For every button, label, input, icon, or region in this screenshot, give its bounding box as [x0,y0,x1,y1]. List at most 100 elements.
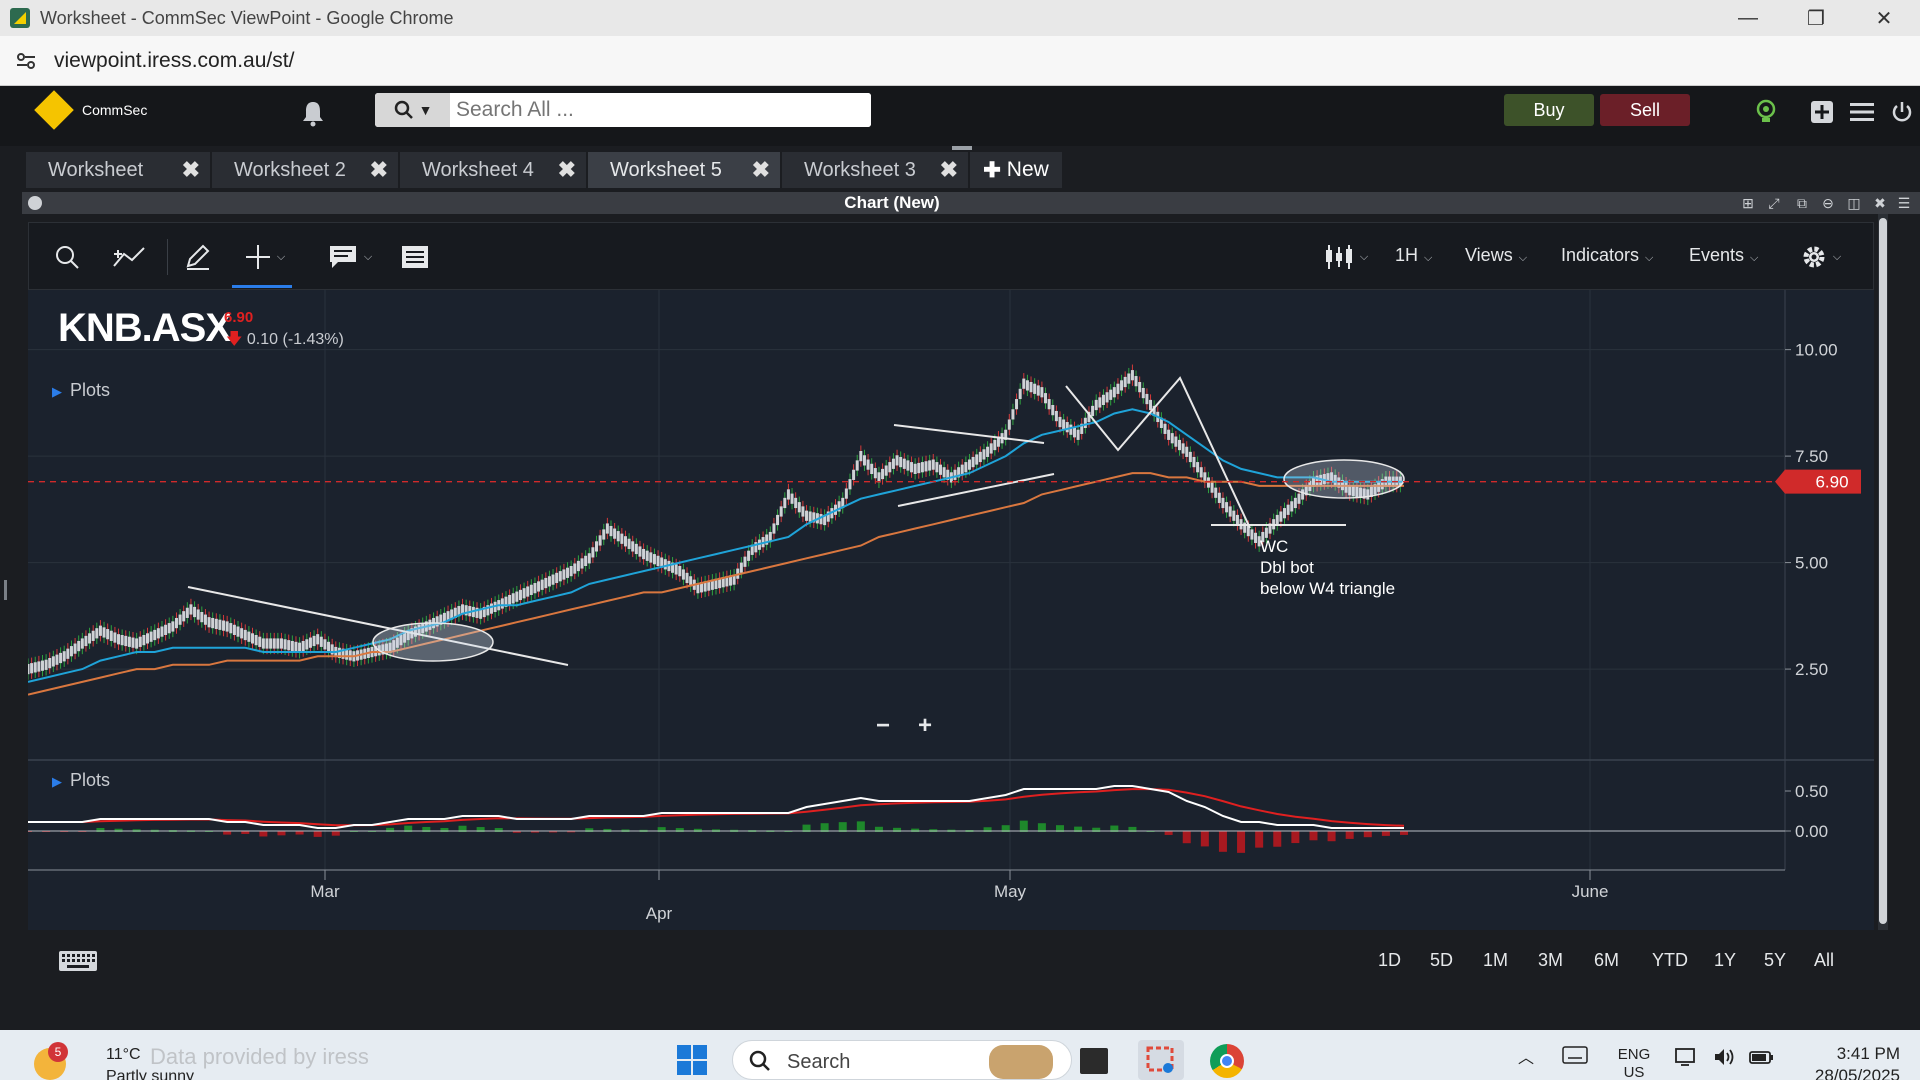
annotation-text[interactable]: below W4 triangle [1260,579,1395,598]
maximize-icon[interactable]: ⤢ [1766,195,1782,211]
language-indicator[interactable]: ENG US [1614,1046,1654,1080]
vertical-scrollbar[interactable] [1878,214,1888,930]
candle-body [323,639,327,650]
chart-type-selector[interactable]: ⌵ [1319,241,1373,273]
indicators-dropdown[interactable]: Indicators ⌵ [1561,245,1653,266]
volume-icon[interactable] [1712,1046,1736,1073]
range-5d[interactable]: 5D [1430,950,1453,971]
trendline-tool-icon[interactable] [111,241,147,273]
symbol-code[interactable]: KNB.ASX [58,306,232,351]
data-table-icon[interactable] [399,241,431,273]
close-window-button[interactable]: ✕ [1850,0,1918,36]
search-type-dropdown[interactable]: ▼ [375,93,450,127]
triangle-lower-line[interactable] [897,473,1055,507]
candle-body [48,658,52,669]
lightbulb-icon[interactable] [1752,98,1780,126]
events-dropdown[interactable]: Events ⌵ [1689,245,1758,266]
candle-body [193,606,197,618]
keyboard-icon[interactable] [58,950,98,972]
search-input[interactable] [450,93,871,127]
close-panel-icon[interactable]: ✖ [1872,195,1888,211]
minimize-panel-icon[interactable]: ⊖ [1820,195,1836,211]
zoom-out-button[interactable]: − [868,712,898,739]
new-tab-button[interactable]: ✚ New [970,152,1062,188]
weather-widget[interactable]: 5 11°C Partly sunny [30,1034,194,1080]
candle-body [1054,410,1058,422]
tab-worksheet[interactable]: Worksheet ✖ [26,152,210,188]
annotation-text[interactable]: Dbl bot [1260,558,1314,577]
range-1y[interactable]: 1Y [1714,950,1736,971]
candle-body [881,468,885,480]
tab-worksheet-3[interactable]: Worksheet 3 ✖ [782,152,968,188]
show-hidden-icons[interactable]: ︿ [1518,1044,1534,1068]
range-all[interactable]: All [1814,950,1834,971]
range-3m[interactable]: 3M [1538,950,1563,971]
highlight-ellipse[interactable] [372,622,494,662]
left-resize-handle[interactable] [4,580,7,600]
plots-toggle[interactable]: ▶ Plots [52,380,110,401]
range-5y[interactable]: 5Y [1764,950,1786,971]
task-view-icon[interactable] [1080,1048,1108,1074]
restore-button[interactable]: ❐ [1782,0,1850,36]
menu-icon[interactable] [1848,98,1876,126]
close-icon[interactable]: ✖ [752,152,770,188]
snipping-tool-icon[interactable] [1138,1040,1184,1080]
drag-handle[interactable] [952,146,972,150]
buy-button[interactable]: Buy [1504,94,1594,126]
triangle-upper-line[interactable] [893,424,1045,444]
range-1d[interactable]: 1D [1378,950,1401,971]
range-6m[interactable]: 6M [1594,950,1619,971]
close-icon[interactable]: ✖ [182,152,200,188]
close-icon[interactable]: ✖ [558,152,576,188]
pencil-icon[interactable] [181,241,213,273]
system-clock[interactable]: 3:41 PM 28/05/2025 [1790,1044,1900,1080]
candle-body [1185,446,1189,457]
site-settings-icon[interactable] [14,49,38,73]
plots-toggle-macd[interactable]: ▶ Plots [52,770,110,791]
split-panel-icon[interactable]: ◫ [1846,195,1862,211]
tab-worksheet-2[interactable]: Worksheet 2 ✖ [212,152,398,188]
network-icon[interactable] [1674,1046,1698,1073]
tab-worksheet-4[interactable]: Worksheet 4 ✖ [400,152,586,188]
window-title: Worksheet - CommSec ViewPoint - Google C… [40,7,454,28]
url-text[interactable]: viewpoint.iress.com.au/st/ [54,49,294,73]
tab-worksheet-5[interactable]: Worksheet 5 ✖ [588,152,780,188]
bell-icon[interactable] [298,98,328,128]
candle-body [562,569,566,580]
candle-body [1170,433,1174,444]
views-dropdown[interactable]: Views ⌵ [1465,245,1527,266]
chart-settings[interactable]: ⌵ [1797,241,1845,273]
range-ytd[interactable]: YTD [1652,950,1688,971]
expand-panel-icon[interactable]: ⊞ [1740,195,1756,211]
interval-dropdown[interactable]: 1H ⌵ [1395,245,1432,266]
battery-icon[interactable] [1748,1046,1776,1073]
zoom-in-button[interactable]: + [910,712,940,739]
price-chart[interactable]: 2.50 5.00 7.50 10.00 6.90 WC Dbl bot below … [24,290,1874,930]
windows-start-icon[interactable] [676,1044,708,1076]
drawn-annotations[interactable] [187,376,1405,666]
chart-canvas[interactable]: 2.50 5.00 7.50 10.00 6.90 WC Dbl bot below … [24,290,1874,930]
panel-menu-icon[interactable]: ☰ [1896,195,1912,211]
annotation-text[interactable]: WC [1260,537,1288,556]
zoom-search-icon[interactable] [51,241,83,273]
power-icon[interactable] [1888,98,1916,126]
popout-icon[interactable]: ⧉ [1794,195,1810,211]
highlight-ellipse[interactable] [1283,459,1405,499]
temperature: 11°C [106,1046,141,1063]
commsec-logo[interactable]: CommSec [34,90,147,130]
minimize-button[interactable]: — [1714,0,1782,36]
macd-pane[interactable] [24,785,1408,853]
taskbar-search[interactable]: Search [732,1040,1072,1080]
chevron-down-icon: ⌵ [363,250,373,263]
scrollbar-thumb[interactable] [1879,218,1887,924]
crosshair-tool[interactable]: ⌵ [241,241,289,273]
keyboard-layout-icon[interactable] [1562,1046,1588,1069]
range-1m[interactable]: 1M [1483,950,1508,971]
close-icon[interactable]: ✖ [370,152,388,188]
chrome-icon[interactable] [1210,1044,1244,1078]
candle-body [207,617,211,628]
add-widget-icon[interactable] [1808,98,1836,126]
sell-button[interactable]: Sell [1600,94,1690,126]
close-icon[interactable]: ✖ [940,152,958,188]
comment-tool[interactable]: ⌵ [323,241,377,273]
